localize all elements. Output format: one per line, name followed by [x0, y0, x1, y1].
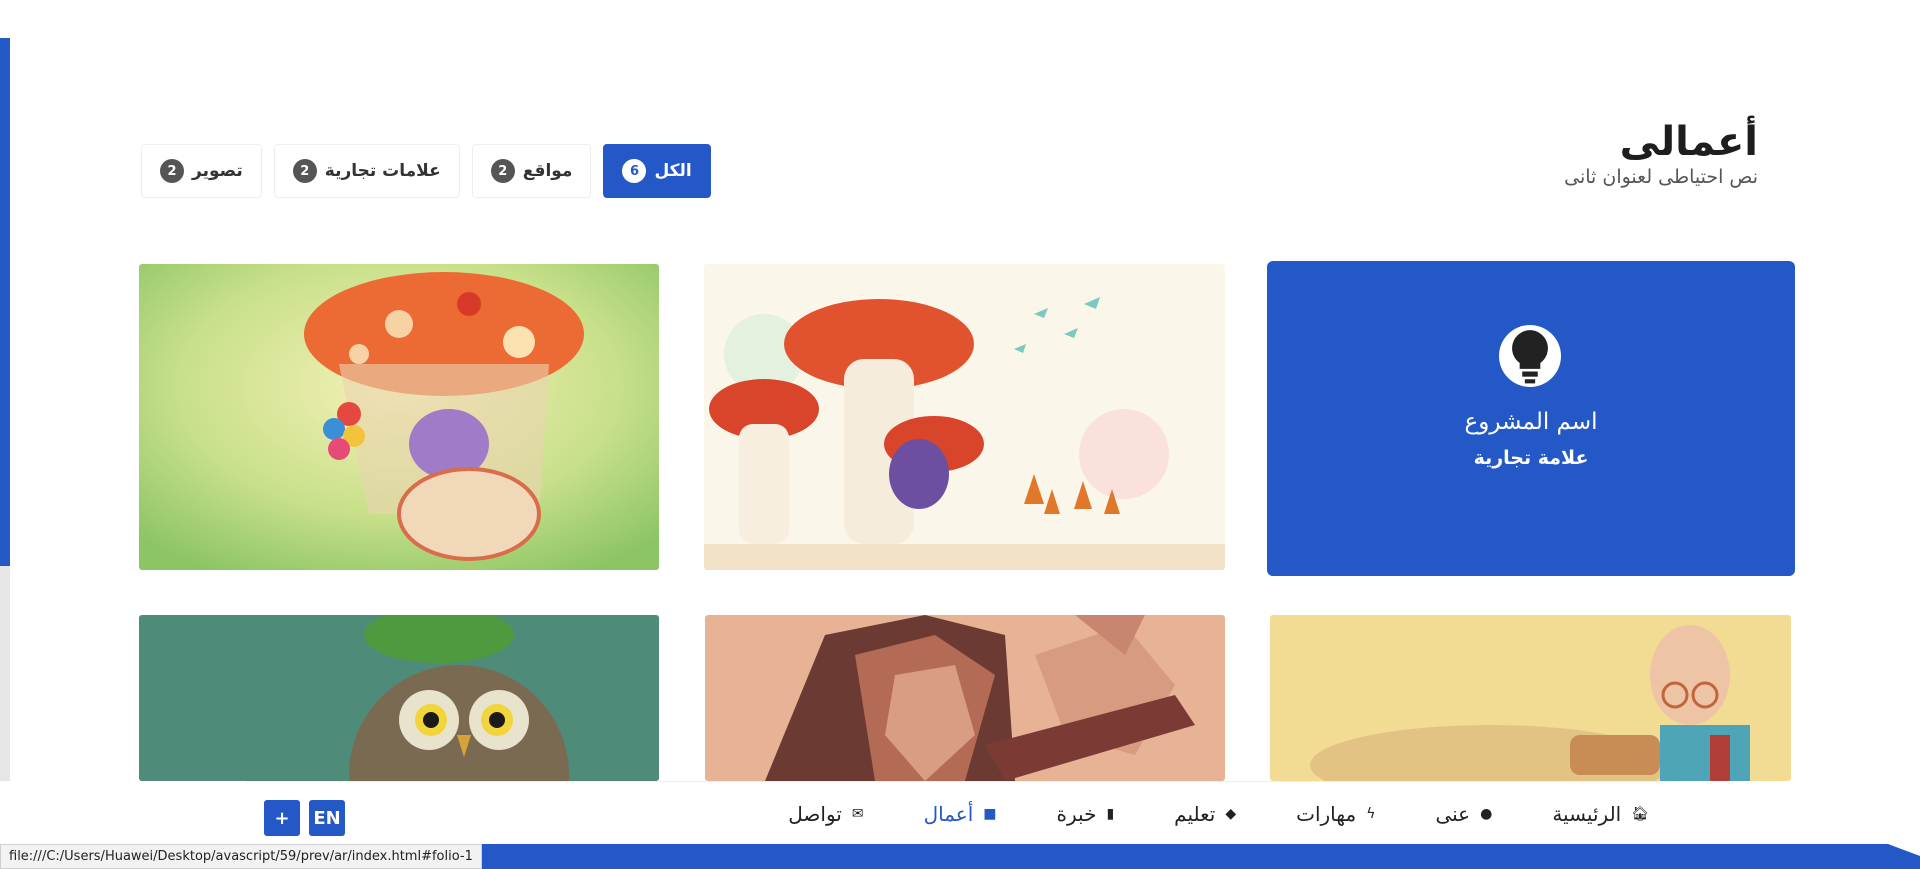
project-name: اسم المشروع: [1464, 409, 1598, 435]
filter-label: علامات تجارية: [324, 161, 441, 181]
portfolio-filters: الكل 6 مواقع 2 علامات تجارية 2 تصوير 2: [141, 144, 711, 198]
nav-item-home[interactable]: 🏠︎ الرئيسية: [1552, 802, 1649, 826]
envelope-icon: ✉: [851, 805, 864, 822]
filter-count: 2: [160, 159, 184, 183]
nav-item-education[interactable]: ◆ تعليم: [1174, 802, 1236, 826]
portfolio-item-lowpoly-viking[interactable]: [705, 615, 1225, 781]
briefcase-icon: ■: [983, 805, 997, 822]
language-toggle-button[interactable]: EN: [309, 800, 345, 836]
section-heading: أعمالى نص احتياطى لعنوان ثانى: [1564, 118, 1758, 188]
nav-item-experience[interactable]: ▮ خبرة: [1057, 802, 1115, 826]
nav-item-label: مهارات: [1296, 801, 1357, 826]
nav-item-about[interactable]: ● عنى: [1435, 802, 1492, 826]
portfolio-item-mushroom-balloon[interactable]: [139, 264, 659, 570]
portfolio-item-mushroom-houses[interactable]: [704, 264, 1225, 570]
bolt-icon: ϟ: [1366, 805, 1376, 822]
filter-label: الكل: [654, 161, 692, 181]
nav-item-label: تواصل: [788, 801, 842, 826]
filter-count: 6: [622, 159, 647, 183]
nav-item-contact[interactable]: ✉ تواصل: [788, 802, 863, 826]
plus-button[interactable]: +: [264, 800, 300, 836]
portfolio-item-owl[interactable]: [139, 615, 659, 781]
graduation-cap-icon: ◆: [1225, 805, 1237, 822]
nav-item-label: خبرة: [1056, 801, 1097, 826]
portfolio-item-old-man[interactable]: [1270, 615, 1791, 781]
filter-brands[interactable]: علامات تجارية 2: [273, 144, 460, 198]
section-subtitle: نص احتياطى لعنوان ثانى: [1564, 166, 1758, 188]
bottom-navigation: 🏠︎ الرئيسية ● عنى ϟ مهارات ◆ تعليم ▮ خبر…: [246, 781, 1673, 845]
filter-websites[interactable]: مواقع 2: [471, 144, 592, 198]
nav-menu: 🏠︎ الرئيسية ● عنى ϟ مهارات ◆ تعليم ▮ خبر…: [788, 782, 1649, 845]
nav-item-portfolio[interactable]: ■ أعمال: [924, 802, 997, 826]
filter-photography[interactable]: تصوير 2: [141, 144, 262, 198]
nav-actions: + EN: [264, 800, 345, 836]
filter-count: 2: [292, 159, 317, 183]
lightbulb-icon[interactable]: [1499, 325, 1561, 387]
project-category: علامة تجارية: [1473, 447, 1589, 469]
book-icon: ▮: [1106, 805, 1115, 822]
left-scroll-track: [0, 566, 10, 781]
nav-item-label: أعمال: [923, 801, 974, 826]
filter-count: 2: [490, 159, 515, 183]
footer-corner: [1858, 844, 1920, 869]
nav-item-skills[interactable]: ϟ مهارات: [1296, 802, 1375, 826]
filter-label: تصوير: [192, 161, 243, 181]
nav-item-label: تعليم: [1174, 801, 1216, 826]
filter-label: مواقع: [522, 161, 573, 181]
nav-item-label: الرئيسية: [1552, 801, 1622, 826]
filter-all[interactable]: الكل 6: [603, 144, 711, 198]
home-icon: 🏠︎: [1631, 805, 1649, 822]
section-title: أعمالى: [1619, 119, 1758, 165]
status-bar-url: file:///C:/Users/Huawei/Desktop/avascrip…: [0, 844, 482, 869]
user-icon: ●: [1480, 805, 1493, 822]
left-accent-bar: [0, 38, 10, 566]
portfolio-item-featured[interactable]: اسم المشروع علامة تجارية: [1267, 261, 1795, 576]
nav-item-label: عنى: [1435, 801, 1471, 826]
